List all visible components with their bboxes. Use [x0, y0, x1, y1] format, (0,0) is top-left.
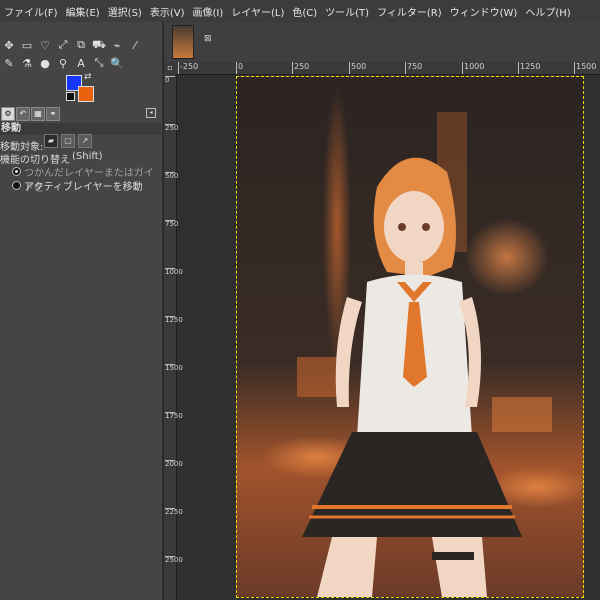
bokeh-light [492, 397, 552, 432]
dodge-tool-icon[interactable]: ● [36, 55, 54, 71]
image-tab-thumbnail[interactable] [172, 25, 194, 59]
hruler-tick: 0 [236, 62, 243, 74]
free-select-tool-icon[interactable]: ♡ [36, 37, 54, 53]
eraser-tool-icon[interactable]: ✎ [0, 55, 18, 71]
transform-tool-icon[interactable]: ⤢ [54, 37, 72, 53]
smudge-tool-icon[interactable]: ⁄ [126, 37, 144, 53]
face [384, 191, 444, 263]
vruler-tick: 0 [165, 76, 175, 84]
move-selection-icon[interactable]: ▢ [61, 134, 75, 148]
pick-layer-radio[interactable] [12, 167, 21, 176]
image-canvas[interactable] [236, 76, 584, 598]
vruler-tick: 2500 [165, 556, 183, 564]
vruler-tick: 2250 [165, 508, 183, 516]
paths-tool-icon[interactable]: ⚲ [54, 55, 72, 71]
heal-tool-icon[interactable]: ⚗ [18, 55, 36, 71]
color-picker-tool-icon[interactable]: ⤡ [90, 55, 108, 71]
active-layer-label: アクティブレイヤーを移動 [24, 182, 143, 193]
menu-view[interactable]: 表示(V) [146, 4, 189, 19]
toolbox: ✥ ▭ ♡ ⤢ ⧉ ⛟ ⌁ ⁄ ✎ ⚗ ● ⚲ A ⤡ 🔍 ⇄ ⚙ ↶ ▦ ⚭ … [0, 22, 162, 600]
hruler-tick: 1500 [574, 62, 596, 74]
paintbrush-tool-icon[interactable]: ⌁ [108, 37, 126, 53]
vruler-tick: 250 [165, 124, 179, 132]
vruler-tick: 1750 [165, 412, 183, 420]
illustration [297, 112, 552, 597]
vertical-ruler[interactable]: 0 250 500 750 1000 1250 1500 1750 2000 2… [164, 74, 183, 600]
undo-history-tab-icon[interactable]: ↶ [16, 107, 30, 121]
rect-select-tool-icon[interactable]: ▭ [18, 37, 36, 53]
text-tool-icon[interactable]: A [72, 55, 90, 71]
move-tool-icon[interactable]: ✥ [0, 37, 18, 53]
active-layer-radio[interactable] [12, 181, 21, 190]
move-layer-icon[interactable]: ▰ [44, 134, 58, 148]
leg [432, 537, 487, 597]
menu-help[interactable]: ヘルプ(H) [521, 4, 574, 19]
leg [317, 537, 377, 597]
menu-layer[interactable]: レイヤー(L) [227, 4, 288, 19]
vruler-tick: 1500 [165, 364, 183, 372]
images-tab-icon[interactable]: ▦ [31, 107, 45, 121]
vruler-tick: 1250 [165, 316, 183, 324]
switch-hint: (Shift) [72, 151, 103, 162]
menu-color[interactable]: 色(C) [288, 4, 321, 19]
hruler-tick: 1250 [518, 62, 540, 74]
device-status-tab-icon[interactable]: ⚭ [46, 107, 60, 121]
move-target-options: ▰ ▢ ↗ [44, 134, 92, 148]
vruler-tick: 500 [165, 172, 179, 180]
menubar: ファイル(F) 編集(E) 選択(S) 表示(V) 画像(I) レイヤー(L) … [0, 0, 600, 22]
reset-colors-icon[interactable] [66, 92, 75, 101]
bucket-fill-tool-icon[interactable]: ⛟ [90, 37, 108, 53]
vruler-tick: 1000 [165, 268, 183, 276]
arm [335, 297, 362, 407]
ruler-corner-icon[interactable]: ▫ [164, 62, 176, 74]
image-tabs: ⊠ [164, 22, 600, 62]
menu-filters[interactable]: フィルター(R) [373, 4, 446, 19]
menu-file[interactable]: ファイル(F) [0, 4, 62, 19]
menu-windows[interactable]: ウィンドウ(W) [446, 4, 522, 19]
menu-select[interactable]: 選択(S) [104, 4, 146, 19]
hruler-tick: -250 [178, 62, 198, 74]
dock-tabs: ⚙ ↶ ▦ ⚭ ◂ [0, 106, 160, 122]
tool-grid: ✥ ▭ ♡ ⤢ ⧉ ⛟ ⌁ ⁄ ✎ ⚗ ● ⚲ A ⤡ 🔍 [0, 36, 160, 72]
background-color-swatch[interactable] [78, 86, 94, 102]
tool-options-tab-icon[interactable]: ⚙ [1, 107, 15, 121]
horizontal-ruler[interactable]: -250 0 250 500 750 1000 1250 1500 [176, 62, 600, 75]
zoom-tool-icon[interactable]: 🔍 [108, 55, 126, 71]
menu-image[interactable]: 画像(I) [189, 4, 228, 19]
menu-tools[interactable]: ツール(T) [321, 4, 373, 19]
skirt [302, 432, 522, 537]
panel-menu-icon[interactable]: ◂ [146, 108, 156, 118]
close-tab-icon[interactable]: ⊠ [204, 34, 212, 44]
menu-edit[interactable]: 編集(E) [62, 4, 104, 19]
vruler-tick: 2000 [165, 460, 183, 468]
swap-colors-icon[interactable]: ⇄ [84, 72, 92, 82]
hruler-tick: 500 [349, 62, 366, 74]
hruler-tick: 750 [405, 62, 422, 74]
move-path-icon[interactable]: ↗ [78, 134, 92, 148]
vruler-tick: 750 [165, 220, 179, 228]
hruler-tick: 1000 [462, 62, 484, 74]
hruler-tick: 250 [292, 62, 309, 74]
crop-tool-icon[interactable]: ⧉ [72, 37, 90, 53]
